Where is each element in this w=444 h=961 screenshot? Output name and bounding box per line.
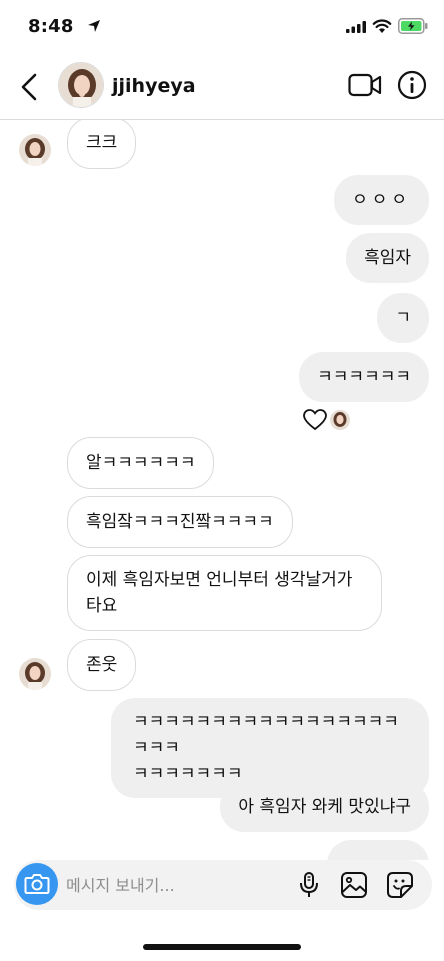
cellular-signal-icon (346, 21, 366, 33)
back-button[interactable] (16, 70, 42, 104)
header-username[interactable]: jjihyeya (112, 75, 196, 97)
header-avatar[interactable] (58, 62, 104, 108)
incoming-message[interactable]: 흑임잨ㅋㅋㅋ진짴ㅋㅋㅋㅋ (67, 496, 293, 548)
home-indicator[interactable] (143, 944, 301, 950)
incoming-message[interactable]: 존웃 (67, 639, 137, 691)
message-composer (14, 860, 432, 910)
message-reactions[interactable] (303, 408, 351, 432)
wifi-icon (372, 19, 392, 33)
incoming-message[interactable]: 크크 (67, 120, 137, 169)
outgoing-message[interactable]: ㅇㅇㅇ (334, 175, 429, 225)
incoming-message[interactable]: 알ㅋㅋㅋㅋㅋㅋ (67, 437, 215, 489)
video-camera-icon[interactable] (348, 72, 382, 98)
outgoing-message[interactable]: ㄱ (377, 293, 429, 343)
outgoing-message[interactable]: 아 흑임자 와케 맛있냐구 (220, 782, 429, 832)
outgoing-message-partial[interactable] (327, 840, 429, 860)
sender-avatar (19, 658, 51, 690)
camera-icon (24, 874, 50, 894)
message-input[interactable] (66, 874, 286, 896)
incoming-message[interactable]: 이제 흑임자보면 언니부터 생각날거가 타요 (67, 555, 382, 631)
sticker-icon[interactable] (386, 871, 414, 899)
microphone-icon[interactable] (298, 871, 320, 899)
outgoing-message[interactable]: ㅋㅋㅋㅋㅋㅋ (299, 352, 429, 402)
profile-photo (59, 63, 103, 107)
sender-avatar (19, 134, 51, 166)
location-arrow-icon (88, 20, 100, 32)
info-icon[interactable] (397, 70, 427, 100)
battery-charging-icon (398, 18, 428, 34)
status-bar: 8:48 (0, 0, 444, 56)
image-gallery-icon[interactable] (340, 871, 368, 899)
status-time: 8:48 (28, 16, 74, 37)
chat-header: jjihyeya (0, 56, 444, 120)
camera-button[interactable] (16, 863, 58, 905)
outgoing-message[interactable]: 흑임자 (346, 233, 429, 283)
heart-icon (303, 409, 327, 431)
message-thread[interactable]: 크크 ㅇㅇㅇ 흑임자 ㄱ ㅋㅋㅋㅋㅋㅋ 알ㅋㅋㅋㅋㅋㅋ 흑임잨ㅋㅋㅋ진짴ㅋㅋㅋㅋ… (0, 120, 444, 860)
